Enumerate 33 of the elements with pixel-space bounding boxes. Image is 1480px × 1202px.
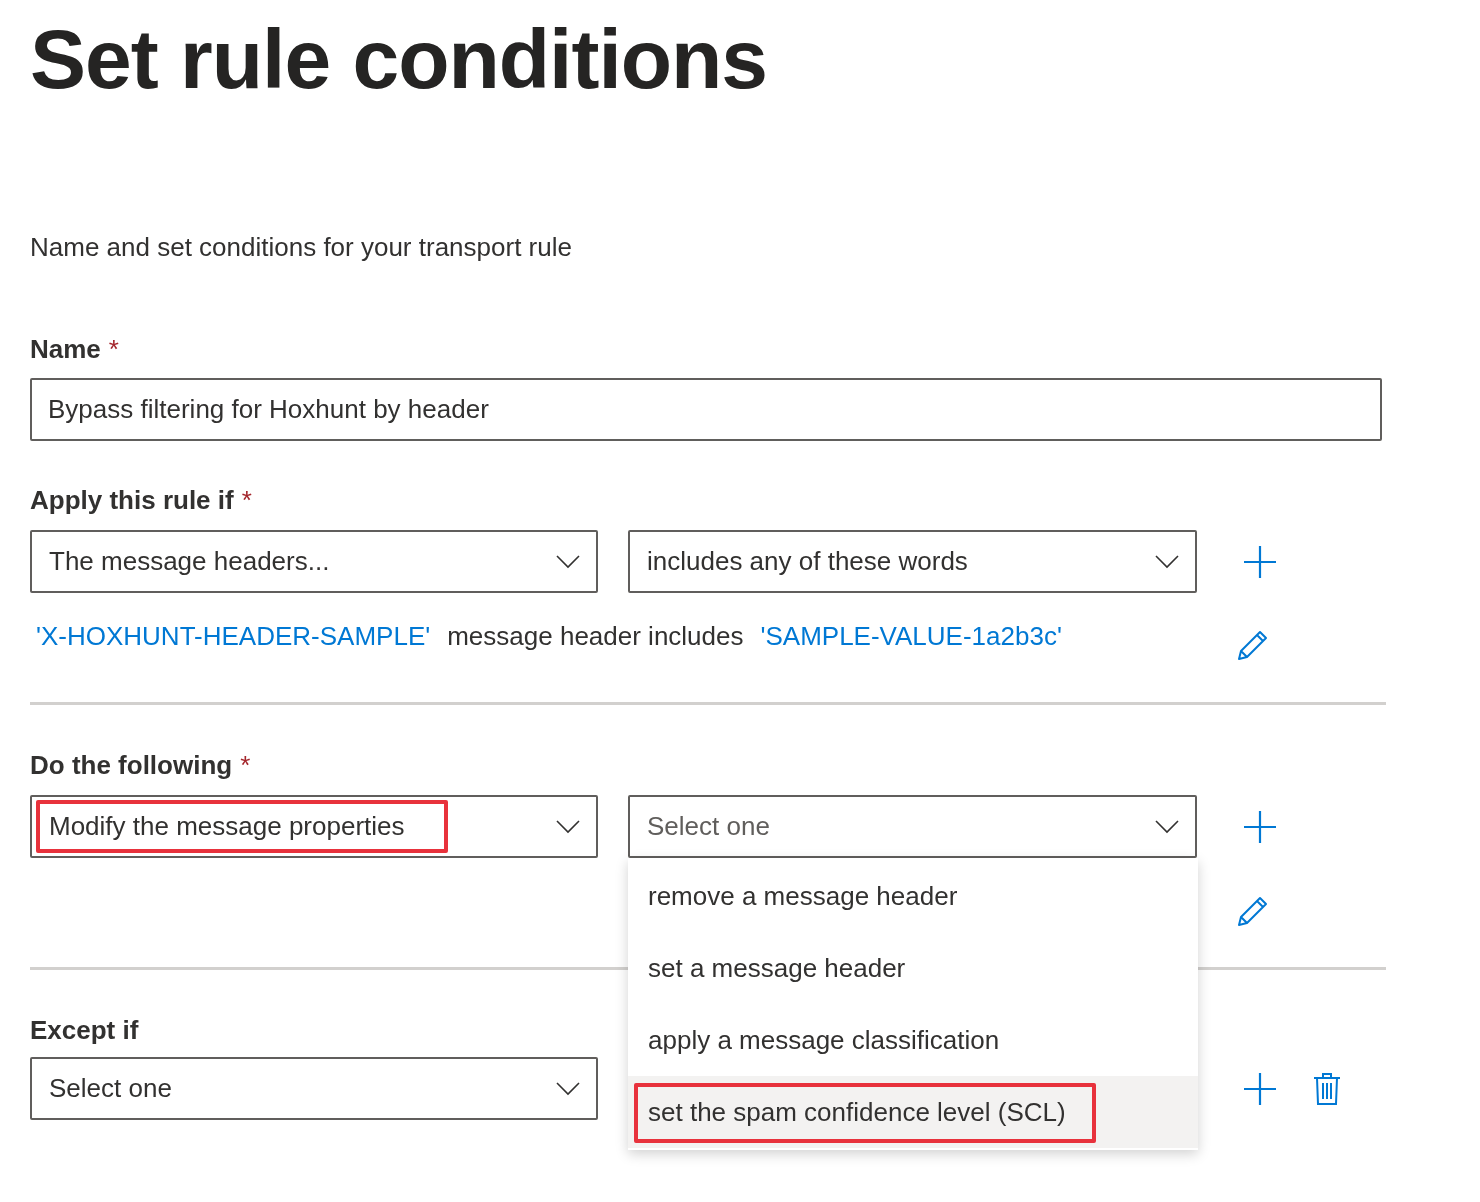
link[interactable]: 'X-HOXHUNT-HEADER-SAMPLE' [36, 616, 431, 656]
dropdown[interactable]: Select one [628, 795, 1197, 858]
menu-option[interactable]: set a message header [628, 932, 1198, 1004]
menu-option[interactable]: remove a message header [628, 860, 1198, 932]
edit-icon[interactable] [1236, 894, 1270, 928]
chevron-down-icon [556, 1081, 580, 1096]
required-asterisk: * [241, 484, 252, 517]
required-asterisk: * [108, 333, 119, 366]
chevron-down-icon [556, 819, 580, 834]
summary-text: message header includes [447, 619, 744, 653]
required-asterisk: * [240, 749, 251, 782]
page-title: Set rule conditions [30, 14, 769, 104]
add-icon[interactable] [1243, 544, 1277, 579]
dropdown[interactable]: Modify the message properties [30, 795, 598, 858]
add-icon[interactable] [1243, 809, 1277, 844]
chevron-down-icon [1155, 554, 1179, 569]
dropdown[interactable]: Select one [30, 1057, 598, 1120]
chevron-down-icon [1155, 819, 1179, 834]
field-label: Name [30, 333, 101, 366]
link[interactable]: 'SAMPLE-VALUE-1a2b3c' [760, 616, 1062, 656]
add-icon[interactable] [1243, 1071, 1277, 1106]
field-label: Except if [30, 1014, 139, 1047]
subtitle: Name and set conditions for your transport rule [30, 231, 573, 264]
dropdown[interactable]: The message headers... [30, 530, 598, 593]
field-label: Do the following [30, 749, 233, 782]
chevron-down-icon [556, 554, 580, 569]
edit-icon[interactable] [1236, 628, 1270, 662]
delete-icon[interactable] [1313, 1071, 1341, 1106]
name-input-field[interactable]: Bypass filtering for Hoxhunt by header [30, 378, 1382, 441]
menu-option[interactable]: set the spam confidence level (SCL) [628, 1076, 1198, 1148]
dropdown[interactable]: includes any of these words [628, 530, 1197, 593]
menu-option[interactable]: apply a message classification [628, 1004, 1198, 1076]
field-label: Apply this rule if [30, 484, 234, 517]
